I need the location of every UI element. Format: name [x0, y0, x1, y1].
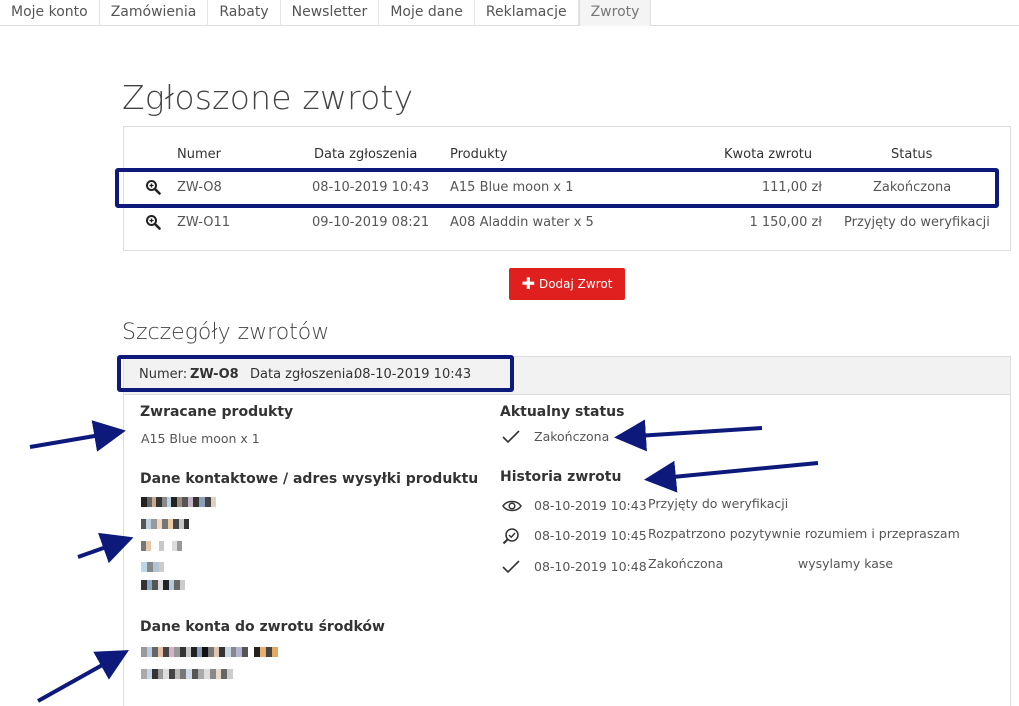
redacted-account-line: [141, 669, 233, 679]
history-title: Historia zwrotu: [500, 469, 622, 485]
annotation-highlight-header: [117, 355, 514, 392]
redacted-contact-line: [141, 541, 182, 551]
eye-icon: [502, 500, 522, 512]
current-status-title: Aktualny status: [500, 404, 625, 420]
history-note: wysylamy kase: [798, 556, 894, 571]
cell-numer: ZW-O11: [177, 215, 231, 230]
history-date: 08-10-2019 10:43: [534, 498, 647, 513]
check-icon: [502, 560, 520, 574]
cell-kwota: 1 150,00 zł: [749, 215, 822, 230]
col-header-numer: Numer: [177, 147, 221, 162]
add-return-button[interactable]: ✚ Dodaj Zwrot: [509, 268, 625, 300]
section-title: Szczegóły zwrotów: [122, 320, 330, 345]
history-text: Zakończona: [648, 556, 724, 571]
magnifier-icon[interactable]: [145, 214, 161, 230]
redacted-contact-line: [141, 580, 185, 590]
plus-icon: ✚: [521, 274, 535, 293]
annotation-highlight-row: [115, 168, 999, 208]
tab-zamowienia[interactable]: Zamówienia: [100, 0, 209, 26]
returned-products-title: Zwracane produkty: [140, 404, 294, 420]
cell-status: Przyjęty do weryfikacji: [844, 215, 990, 230]
page-title: Zgłoszone zwroty: [122, 78, 414, 117]
history-text: Rozpatrzono pozytywnie rozumiem i przepr…: [648, 526, 960, 541]
col-header-data: Data zgłoszenia: [314, 147, 418, 162]
redacted-contact-line: [141, 519, 189, 529]
tab-zwroty[interactable]: Zwroty: [578, 0, 652, 26]
col-header-kwota: Kwota zwrotu: [724, 147, 813, 162]
annotation-arrow: [77, 532, 134, 564]
redacted-contact-line: [141, 497, 216, 507]
annotation-arrow: [29, 420, 126, 452]
add-return-label: Dodaj Zwrot: [538, 277, 613, 291]
returned-product-item: A15 Blue moon x 1: [141, 431, 260, 446]
tab-newsletter[interactable]: Newsletter: [281, 0, 380, 26]
current-status-value: Zakończona: [534, 429, 610, 444]
tab-rabaty[interactable]: Rabaty: [208, 0, 281, 26]
table-row[interactable]: ZW-O11 09-10-2019 08:21 A08 Aladdin wate…: [124, 206, 1010, 238]
col-header-status: Status: [891, 147, 933, 162]
redacted-account-line: [141, 647, 278, 657]
tab-reklamacje[interactable]: Reklamacje: [475, 0, 579, 26]
annotation-arrow: [37, 650, 129, 703]
history-date: 08-10-2019 10:48: [534, 559, 647, 574]
history-date: 08-10-2019 10:45: [534, 528, 647, 543]
account-tabs: Moje konto Zamówienia Rabaty Newsletter …: [0, 0, 1019, 26]
return-details-panel: Numer: ZW-O8 Data zgłoszenia: 08-10-2019…: [123, 356, 1011, 706]
cell-produkty: A08 Aladdin water x 5: [450, 215, 594, 230]
cell-data: 09-10-2019 08:21: [312, 215, 430, 230]
redacted-contact-line: [141, 562, 164, 572]
contact-title: Dane kontaktowe / adres wysyłki produktu: [140, 471, 479, 487]
refund-account-title: Dane konta do zwrotu środków: [140, 619, 385, 635]
check-icon: [502, 430, 520, 444]
col-header-produkty: Produkty: [450, 147, 508, 162]
tab-moje-dane[interactable]: Moje dane: [379, 0, 475, 26]
history-text: Przyjęty do weryfikacji: [648, 496, 789, 511]
tab-moje-konto[interactable]: Moje konto: [0, 0, 100, 26]
search-check-icon: [502, 528, 519, 545]
